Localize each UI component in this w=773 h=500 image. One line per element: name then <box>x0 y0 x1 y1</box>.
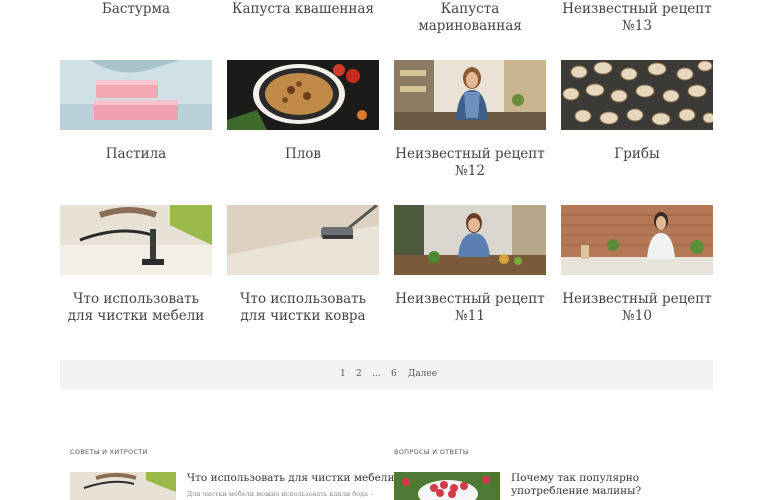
card-title-carpet-cleaning[interactable]: Что использовать для чистки ковра <box>227 291 379 325</box>
card-title-recipe-10[interactable]: Неизвестный рецепт №10 <box>561 291 713 325</box>
page-6-link[interactable]: 6 <box>391 369 397 379</box>
tips-article-title[interactable]: Что использовать для чистки мебели <box>187 472 394 485</box>
tips-thumbnail[interactable] <box>70 472 176 500</box>
mushrooms-image[interactable] <box>561 60 713 130</box>
sofa-vacuum-image[interactable] <box>60 205 212 275</box>
page-2-link[interactable]: 2 <box>356 369 362 379</box>
card-title-recipe-13[interactable]: Неизвестный рецепт №13 <box>561 1 713 35</box>
qa-thumbnail[interactable] <box>394 472 500 500</box>
woman-kitchen-image[interactable] <box>394 60 546 130</box>
qa-section-heading: Вопросы и ответы <box>394 448 469 456</box>
woman-cooking-image[interactable] <box>394 205 546 275</box>
next-page-link[interactable]: Далее <box>408 369 437 379</box>
qa-article-title[interactable]: Почему так популярно употребление малины… <box>511 472 711 497</box>
card-title-pastila[interactable]: Пастила <box>60 146 212 163</box>
card-title-basturma[interactable]: Бастурма <box>60 1 212 18</box>
card-title-recipe-12[interactable]: Неизвестный рецепт №12 <box>394 146 546 180</box>
carpet-vacuum-image[interactable] <box>227 205 379 275</box>
woman-brick-kitchen-image[interactable] <box>561 205 713 275</box>
tips-section-heading: Советы и хитрости <box>70 448 148 456</box>
card-title-furniture-cleaning[interactable]: Что использовать для чистки мебели <box>60 291 212 325</box>
card-title-sauerkraut[interactable]: Капуста квашенная <box>227 1 379 18</box>
pastila-image[interactable] <box>60 60 212 130</box>
card-title-plov[interactable]: Плов <box>227 146 379 163</box>
pagination: 1 2 ... 6 Далее <box>60 360 713 390</box>
tips-article-excerpt: Для чистки мебели можно использовать кап… <box>187 490 374 498</box>
card-title-pickled-cabbage[interactable]: Капуста маринованная <box>394 1 546 35</box>
card-title-mushrooms[interactable]: Грибы <box>561 146 713 163</box>
card-title-recipe-11[interactable]: Неизвестный рецепт №11 <box>394 291 546 325</box>
pagination-ellipsis: ... <box>372 369 381 379</box>
plov-image[interactable] <box>227 60 379 130</box>
page-1-link[interactable]: 1 <box>340 369 346 379</box>
